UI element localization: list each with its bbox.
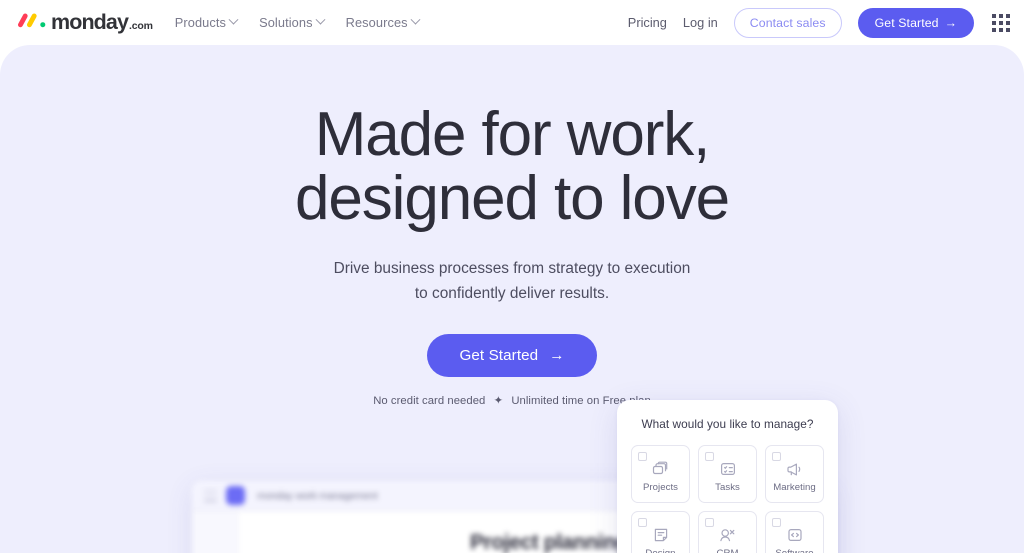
onboarding-question-card: What would you like to manage? Projects xyxy=(617,400,838,553)
tasks-icon xyxy=(720,460,736,479)
option-tile-projects[interactable]: Projects xyxy=(631,445,690,503)
nav-item-resources-label: Resources xyxy=(345,15,408,30)
nav-left-group: monday .com Products Solutions Resources xyxy=(18,10,421,35)
megaphone-icon xyxy=(786,460,803,479)
landing-page: monday .com Products Solutions Resources xyxy=(0,0,1024,553)
hero-subtitle-line-1: Drive business processes from strategy t… xyxy=(333,259,691,277)
nav-item-products-label: Products xyxy=(174,15,227,30)
preview-sidebar xyxy=(192,511,238,553)
nav-item-solutions[interactable]: Solutions xyxy=(259,14,326,30)
nav-get-started-label: Get Started xyxy=(874,15,939,30)
checkbox-projects[interactable] xyxy=(638,452,647,461)
chevron-down-icon xyxy=(228,14,239,25)
nav-item-pricing[interactable]: Pricing xyxy=(628,15,667,30)
monday-logo[interactable]: monday .com xyxy=(18,10,153,35)
code-icon xyxy=(787,526,803,545)
top-navigation-bar: monday .com Products Solutions Resources xyxy=(0,0,1024,45)
contact-sales-button[interactable]: Contact sales xyxy=(733,7,842,38)
nav-get-started-button[interactable]: Get Started → xyxy=(857,7,974,38)
chevron-down-icon xyxy=(315,14,326,25)
checkbox-crm[interactable] xyxy=(705,518,714,527)
preview-brand-suffix: work management xyxy=(295,489,378,502)
option-tile-marketing[interactable]: Marketing xyxy=(765,445,824,503)
projects-icon xyxy=(652,460,669,479)
nav-item-login[interactable]: Log in xyxy=(683,15,718,30)
nav-item-resources[interactable]: Resources xyxy=(345,14,421,30)
preview-logo-icon xyxy=(226,486,245,505)
checkbox-tasks[interactable] xyxy=(705,452,714,461)
hero-get-started-label: Get Started xyxy=(459,346,539,364)
arrow-right-icon: → xyxy=(944,15,957,30)
option-label-projects: Projects xyxy=(642,481,679,493)
sparkle-icon: ✦ xyxy=(493,394,504,407)
hamburger-menu-icon xyxy=(204,489,217,502)
checkbox-marketing[interactable] xyxy=(772,452,781,461)
monday-logo-mark-icon xyxy=(18,13,48,28)
logo-wordmark: monday xyxy=(51,10,129,34)
question-card-title: What would you like to manage? xyxy=(641,417,814,431)
option-label-tasks: Tasks xyxy=(715,481,740,493)
chevron-down-icon xyxy=(410,14,421,25)
hero-title-line-2: designed to love xyxy=(295,164,730,234)
preview-brand: monday work management xyxy=(254,489,378,502)
option-label-marketing: Marketing xyxy=(773,481,816,493)
hero-title-line-1: Made for work, xyxy=(314,100,711,169)
checkbox-software[interactable] xyxy=(772,518,781,527)
nav-item-products[interactable]: Products xyxy=(174,14,239,30)
arrow-right-icon: → xyxy=(549,346,565,364)
primary-nav-links: Products Solutions Resources xyxy=(174,14,421,30)
hero-section: Made for work, designed to love Drive bu… xyxy=(0,45,1024,553)
design-note-icon xyxy=(653,526,669,545)
hero-cta-wrapper: Get Started → xyxy=(0,333,1024,377)
option-tile-tasks[interactable]: Tasks xyxy=(698,445,757,503)
hero-content: Made for work, designed to love Drive bu… xyxy=(0,100,1024,553)
option-label-software: Software xyxy=(775,547,814,553)
option-tile-design[interactable]: Design xyxy=(631,511,690,553)
nav-right-group: Pricing Log in Contact sales Get Started… xyxy=(628,7,1010,38)
nav-item-solutions-label: Solutions xyxy=(259,15,313,30)
option-label-design: Design xyxy=(645,547,676,553)
logo-tld: .com xyxy=(129,20,153,32)
option-label-crm: CRM xyxy=(716,547,739,553)
option-tile-software[interactable]: Software xyxy=(765,511,824,553)
hero-disclaimer-left: No credit card needed xyxy=(373,394,486,407)
checkbox-design[interactable] xyxy=(638,518,647,527)
page-title: Made for work, designed to love xyxy=(0,100,1024,234)
hero-subtitle-line-2: to confidently deliver results. xyxy=(414,284,610,302)
hero-subtitle: Drive business processes from strategy t… xyxy=(0,257,1024,307)
crm-icon xyxy=(719,526,736,545)
apps-grid-icon[interactable] xyxy=(992,13,1010,32)
question-options-grid: Projects Tasks Marketing Design CRM Soft… xyxy=(631,445,824,553)
hero-disclaimer: No credit card needed ✦ Unlimited time o… xyxy=(0,394,1024,407)
option-tile-crm[interactable]: CRM xyxy=(698,511,757,553)
preview-brand-name: monday xyxy=(257,489,293,502)
hero-get-started-button[interactable]: Get Started → xyxy=(427,333,597,377)
